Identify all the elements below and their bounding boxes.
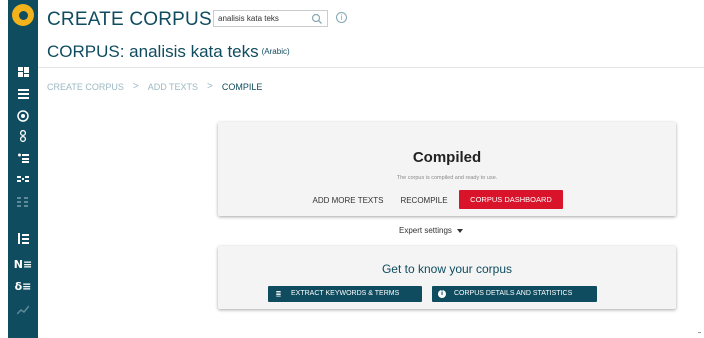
corpus-title: CORPUS: analisis kata teks (Arabic) [47,42,290,62]
list-icon[interactable] [8,86,38,102]
header-divider [38,67,704,68]
expert-settings-label: Expert settings [399,226,452,235]
compiled-subtext: The corpus is compiled and ready to use. [396,175,498,181]
dashboard-icon[interactable] [8,64,38,80]
breadcrumb-compile: COMPILE [221,81,263,92]
breadcrumb: CREATE CORPUS > ADD TEXTS > COMPILE [47,81,262,92]
logo-icon[interactable] [12,4,34,26]
search-input[interactable]: analisis kata teks [218,14,311,23]
get-to-know-card: Get to know your corpus ≣ EXTRACT KEYWOR… [218,246,676,309]
extract-keywords-label: EXTRACT KEYWORDS & TERMS [291,290,400,297]
corpus-name: CORPUS: analisis kata teks [47,42,259,61]
numbered-list-icon[interactable]: N≡ [8,256,38,272]
corpus-dashboard-button[interactable]: CORPUS DASHBOARD [459,190,563,209]
search-field[interactable]: analisis kata teks [213,10,328,27]
info-circle-icon: i [438,290,446,298]
compiled-card: Compiled The corpus is compiled and read… [218,122,676,216]
breadcrumb-add-texts[interactable]: ADD TEXTS [148,82,198,92]
compiled-heading: Compiled [412,149,482,166]
language-list-icon[interactable]: δ≡ [8,278,38,294]
extract-keywords-button[interactable]: ≣ EXTRACT KEYWORDS & TERMS [268,286,422,302]
info-icon[interactable]: i [336,12,347,23]
target-icon[interactable] [8,108,38,124]
sidebar: N≡ δ≡ [8,0,38,338]
grid-icon[interactable] [8,194,38,210]
corpus-details-label: CORPUS DETAILS AND STATISTICS [454,290,573,297]
page-title: CREATE CORPUS [47,9,212,30]
corner-mark [698,332,701,333]
parallel-icon[interactable] [8,172,38,188]
trend-icon[interactable] [8,302,38,318]
caret-down-icon [456,228,463,233]
get-to-know-heading: Get to know your corpus [381,262,513,276]
corpus-details-button[interactable]: i CORPUS DETAILS AND STATISTICS [432,286,597,302]
bullet-list-icon[interactable] [8,150,38,166]
breadcrumb-separator: > [132,81,139,92]
breadcrumb-separator: > [207,81,213,92]
breadcrumb-create-corpus[interactable]: CREATE CORPUS [47,82,124,92]
search-icon[interactable] [311,13,323,25]
recompile-button[interactable]: RECOMPILE [396,192,452,210]
keywords-icon: ≣ [275,290,282,298]
expert-settings-toggle[interactable]: Expert settings [399,226,463,235]
link-icon[interactable] [8,128,38,144]
sort-icon[interactable] [8,230,38,246]
corpus-language: (Arabic) [261,47,290,56]
add-more-texts-button[interactable]: ADD MORE TEXTS [308,192,388,210]
